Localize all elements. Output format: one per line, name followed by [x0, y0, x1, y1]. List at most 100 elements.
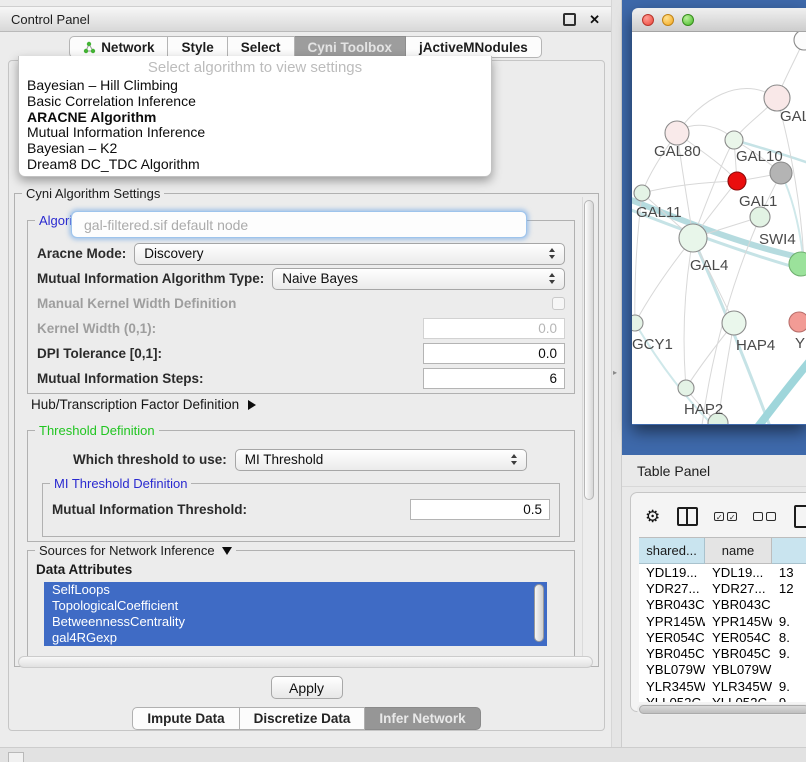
which-threshold-select[interactable]: MI Threshold — [235, 449, 527, 471]
tab-style[interactable]: Style — [168, 36, 227, 58]
scrollbar-thumb[interactable] — [584, 200, 594, 500]
tab-impute-data[interactable]: Impute Data — [132, 707, 239, 730]
manual-kernel-width-checkbox[interactable] — [552, 297, 565, 310]
settings-vertical-scrollbar[interactable] — [582, 197, 597, 661]
columns-icon[interactable] — [677, 507, 698, 526]
table-cell: YDR27... — [639, 580, 705, 596]
mi-threshold-label: Mutual Information Threshold: — [52, 502, 247, 517]
float-window-icon[interactable] — [563, 13, 576, 26]
attribute-item[interactable]: BetweennessCentrality — [44, 614, 547, 630]
dpi-tolerance-label: DPI Tolerance [0,1]: — [37, 346, 162, 361]
minimize-traffic-light[interactable] — [662, 14, 674, 26]
sources-group-title[interactable]: Sources for Network Inference — [35, 543, 236, 558]
table-cell: YBL079W — [705, 662, 772, 678]
algorithm-option[interactable]: ARACNE Algorithm — [19, 110, 491, 126]
network-select-combobox[interactable]: gal-filtered.sif default node — [71, 211, 527, 238]
node-GAL4[interactable] — [679, 224, 707, 252]
close-icon[interactable]: ✕ — [589, 13, 600, 26]
table-cell: 9. — [772, 678, 806, 694]
table-cell: YBR045C — [639, 645, 705, 661]
table-row[interactable]: YER054CYER054C8. — [639, 629, 806, 645]
table-cell: 8. — [772, 629, 806, 645]
sources-group: Sources for Network Inference Data Attri… — [27, 550, 575, 668]
node-SWI4[interactable] — [750, 207, 770, 227]
table-panel: ⚙ ✓✓ shared...name YDL19...YDL19...13YDR… — [630, 492, 806, 712]
function-builder-icon[interactable] — [794, 505, 806, 528]
combo-arrows-icon — [549, 248, 555, 259]
table-cell: 9. — [772, 694, 806, 702]
tab-label: Infer Network — [379, 711, 465, 726]
algorithm-option[interactable]: Bayesian – Hill Climbing — [19, 78, 491, 94]
table-cell: 9. — [772, 645, 806, 661]
algorithm-option[interactable]: Basic Correlation Inference — [19, 94, 491, 110]
settings-horizontal-scrollbar[interactable] — [18, 656, 593, 668]
tab-discretize-data[interactable]: Discretize Data — [240, 707, 366, 730]
minimized-panel-icon[interactable] — [8, 752, 24, 762]
node-HAP4[interactable] — [722, 311, 746, 335]
column-header[interactable]: name — [705, 538, 772, 564]
network-view-window[interactable]: GAL7GAL80GAL10GAL1GAL11SWI4GAL4GCY1HAP4Y… — [632, 8, 806, 425]
table-rows: YDL19...YDL19...13YDR27...YDR27...12YBR0… — [639, 564, 806, 702]
algorithm-option[interactable]: Mutual Information Inference — [19, 125, 491, 141]
zoom-traffic-light[interactable] — [682, 14, 694, 26]
node-GCY1[interactable] — [632, 315, 643, 331]
splitter-arrow-icon[interactable]: ▸ — [613, 368, 617, 377]
table-row[interactable]: YBR045CYBR045C9. — [639, 645, 806, 661]
deselect-all-columns-icon[interactable] — [753, 512, 776, 521]
table-cell: YDR27... — [705, 580, 772, 596]
attribute-item[interactable]: SelfLoops — [44, 582, 547, 598]
node-Y[interactable] — [789, 312, 806, 332]
node-HAP2[interactable] — [678, 380, 694, 396]
tab-select[interactable]: Select — [228, 36, 295, 58]
tab-jactivemnodules[interactable]: jActiveMNodules — [406, 36, 542, 58]
node-GAL10[interactable] — [725, 131, 743, 149]
table-row[interactable]: YDR27...YDR27...12 — [639, 580, 806, 596]
node-label: SWI4 — [759, 231, 796, 248]
mi-type-value: Naive Bayes — [282, 271, 358, 286]
kernel-width-input[interactable]: 0.0 — [423, 318, 565, 339]
column-header[interactable] — [772, 538, 806, 564]
attribute-item[interactable]: TopologicalCoefficient — [44, 598, 547, 614]
node-GAL80[interactable] — [665, 121, 689, 145]
dpi-tolerance-input[interactable]: 0.0 — [423, 343, 565, 364]
node-GAL1[interactable] — [728, 172, 746, 190]
network-node[interactable] — [770, 162, 792, 184]
network-window-titlebar[interactable] — [632, 8, 806, 32]
tab-infer-network[interactable]: Infer Network — [365, 707, 480, 730]
column-header[interactable]: shared... — [639, 538, 705, 564]
scrollbar-thumb[interactable] — [639, 705, 806, 714]
hub-transcription-factor-expander[interactable]: Hub/Transcription Factor Definition — [31, 397, 256, 412]
mi-steps-input[interactable]: 6 — [423, 368, 565, 389]
table-row[interactable]: YBL079WYBL079W — [639, 662, 806, 678]
table-row[interactable]: YLL052CYLL052C9. — [639, 694, 806, 702]
tab-network[interactable]: Network — [69, 36, 168, 58]
algorithm-dropdown: Select algorithm to view settings Bayesi… — [18, 56, 492, 177]
panel-splitter[interactable]: ▸ — [612, 0, 622, 747]
apply-button[interactable]: Apply — [271, 676, 343, 699]
network-canvas[interactable]: GAL7GAL80GAL10GAL1GAL11SWI4GAL4GCY1HAP4Y… — [632, 32, 806, 424]
node-label: HAP2 — [684, 401, 723, 418]
tab-cyni-toolbox[interactable]: Cyni Toolbox — [295, 36, 407, 58]
mi-algorithm-type-select[interactable]: Naive Bayes — [272, 268, 565, 290]
table-horizontal-scrollbar[interactable] — [637, 704, 806, 715]
network-node[interactable] — [794, 32, 806, 50]
select-all-columns-icon[interactable]: ✓✓ — [714, 512, 737, 521]
table-row[interactable]: YLR345WYLR345W9. — [639, 678, 806, 694]
data-attributes-list[interactable]: SelfLoopsTopologicalCoefficientBetweenne… — [44, 582, 547, 646]
gear-icon[interactable]: ⚙ — [645, 508, 660, 525]
node-GAL11[interactable] — [634, 185, 650, 201]
aracne-mode-select[interactable]: Discovery — [134, 243, 565, 265]
table-row[interactable]: YBR043CYBR043C — [639, 597, 806, 613]
table-row[interactable]: YPR145WYPR145W9. — [639, 613, 806, 629]
close-traffic-light[interactable] — [642, 14, 654, 26]
table-row[interactable]: YDL19...YDL19...13 — [639, 564, 806, 580]
list-scrollbar[interactable] — [534, 584, 544, 642]
table-cell: 13 — [772, 564, 806, 580]
aracne-mode-label: Aracne Mode: — [37, 246, 126, 261]
mi-threshold-input[interactable]: 0.5 — [410, 499, 550, 520]
node-label: HAP4 — [736, 337, 775, 354]
algorithm-option[interactable]: Bayesian – K2 — [19, 141, 491, 157]
attribute-item[interactable]: gal4RGexp — [44, 630, 547, 646]
status-bar — [0, 747, 806, 762]
algorithm-option[interactable]: Dream8 DC_TDC Algorithm — [19, 157, 491, 173]
